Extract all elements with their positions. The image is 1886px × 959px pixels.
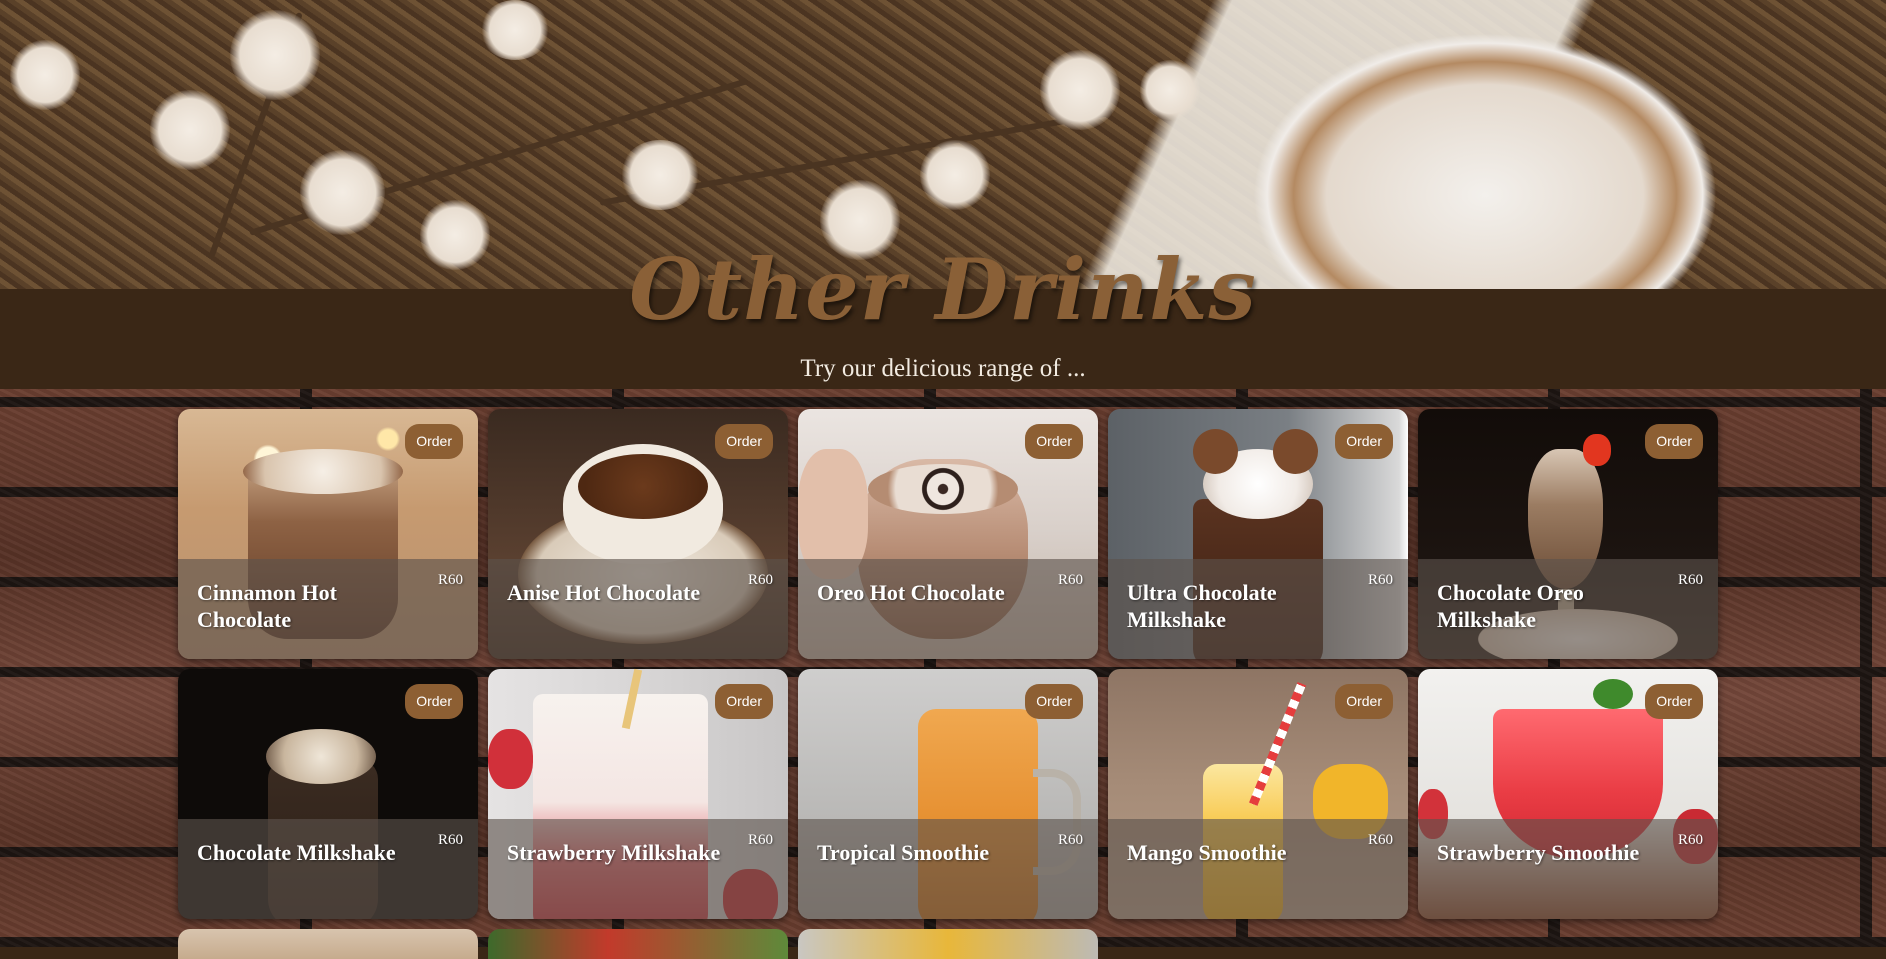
drink-price: R60 [747,572,773,588]
order-button[interactable]: Order [1645,424,1703,459]
drink-price: R60 [1677,572,1703,588]
order-button[interactable]: Order [1335,684,1393,719]
drink-card-oreo-hot-chocolate[interactable]: Oreo Hot Chocolate R60 Order [798,409,1098,659]
drink-name: Ultra Chocolate Milkshake [1127,580,1277,632]
drink-card-mango-smoothie[interactable]: Mango Smoothie R60 Order [1108,669,1408,919]
drink-price: R60 [1057,572,1083,588]
drink-card-strawberry-smoothie[interactable]: Strawberry Smoothie R60 Order [1418,669,1718,919]
drink-caption: Ultra Chocolate Milkshake R60 [1108,559,1408,659]
drink-card-anise-hot-chocolate[interactable]: Anise Hot Chocolate R60 Order [488,409,788,659]
drink-card-cinnamon-hot-chocolate[interactable]: Cinnamon Hot Chocolate R60 Order [178,409,478,659]
order-button[interactable]: Order [1025,424,1083,459]
order-button[interactable]: Order [405,424,463,459]
drink-price: R60 [1367,832,1393,848]
drink-caption: Mango Smoothie R60 [1108,819,1408,919]
drink-card-partial[interactable] [488,929,788,959]
drink-name: Cinnamon Hot Chocolate [197,580,337,632]
drink-name: Tropical Smoothie [817,840,990,865]
order-button[interactable]: Order [715,424,773,459]
drink-card-strawberry-milkshake[interactable]: Strawberry Milkshake R60 Order [488,669,788,919]
drink-card-partial[interactable] [178,929,478,959]
drink-name: Mango Smoothie [1127,840,1287,865]
drink-name: Chocolate Milkshake [197,840,396,865]
order-button[interactable]: Order [1645,684,1703,719]
drink-price: R60 [1677,832,1703,848]
drink-caption: Chocolate Milkshake R60 [178,819,478,919]
drink-name: Strawberry Milkshake [507,840,721,865]
page-title: Other Drinks [629,240,1257,339]
drink-price: R60 [747,832,773,848]
drink-card-chocolate-oreo-milkshake[interactable]: Chocolate Oreo Milkshake R60 Order [1418,409,1718,659]
drink-card-tropical-smoothie[interactable]: Tropical Smoothie R60 Order [798,669,1098,919]
page-subtitle: Try our delicious range of ... [800,355,1086,382]
order-button[interactable]: Order [1335,424,1393,459]
order-button[interactable]: Order [405,684,463,719]
drink-card-partial[interactable] [798,929,1098,959]
drink-name: Anise Hot Chocolate [507,580,701,605]
drink-price: R60 [437,572,463,588]
drink-price: R60 [1057,832,1083,848]
drink-name: Chocolate Oreo Milkshake [1437,580,1584,632]
drink-name: Oreo Hot Chocolate [817,580,1005,605]
drink-caption: Anise Hot Chocolate R60 [488,559,788,659]
drink-price: R60 [1367,572,1393,588]
order-button[interactable]: Order [715,684,773,719]
order-button[interactable]: Order [1025,684,1083,719]
drink-card-chocolate-milkshake[interactable]: Chocolate Milkshake R60 Order [178,669,478,919]
drink-caption: Strawberry Smoothie R60 [1418,819,1718,919]
drink-caption: Tropical Smoothie R60 [798,819,1098,919]
drink-caption: Cinnamon Hot Chocolate R60 [178,559,478,659]
drink-name: Strawberry Smoothie [1437,840,1640,865]
drink-card-ultra-chocolate-milkshake[interactable]: Ultra Chocolate Milkshake R60 Order [1108,409,1408,659]
drink-price: R60 [437,832,463,848]
drink-caption: Strawberry Milkshake R60 [488,819,788,919]
drink-caption: Chocolate Oreo Milkshake R60 [1418,559,1718,659]
drink-caption: Oreo Hot Chocolate R60 [798,559,1098,659]
